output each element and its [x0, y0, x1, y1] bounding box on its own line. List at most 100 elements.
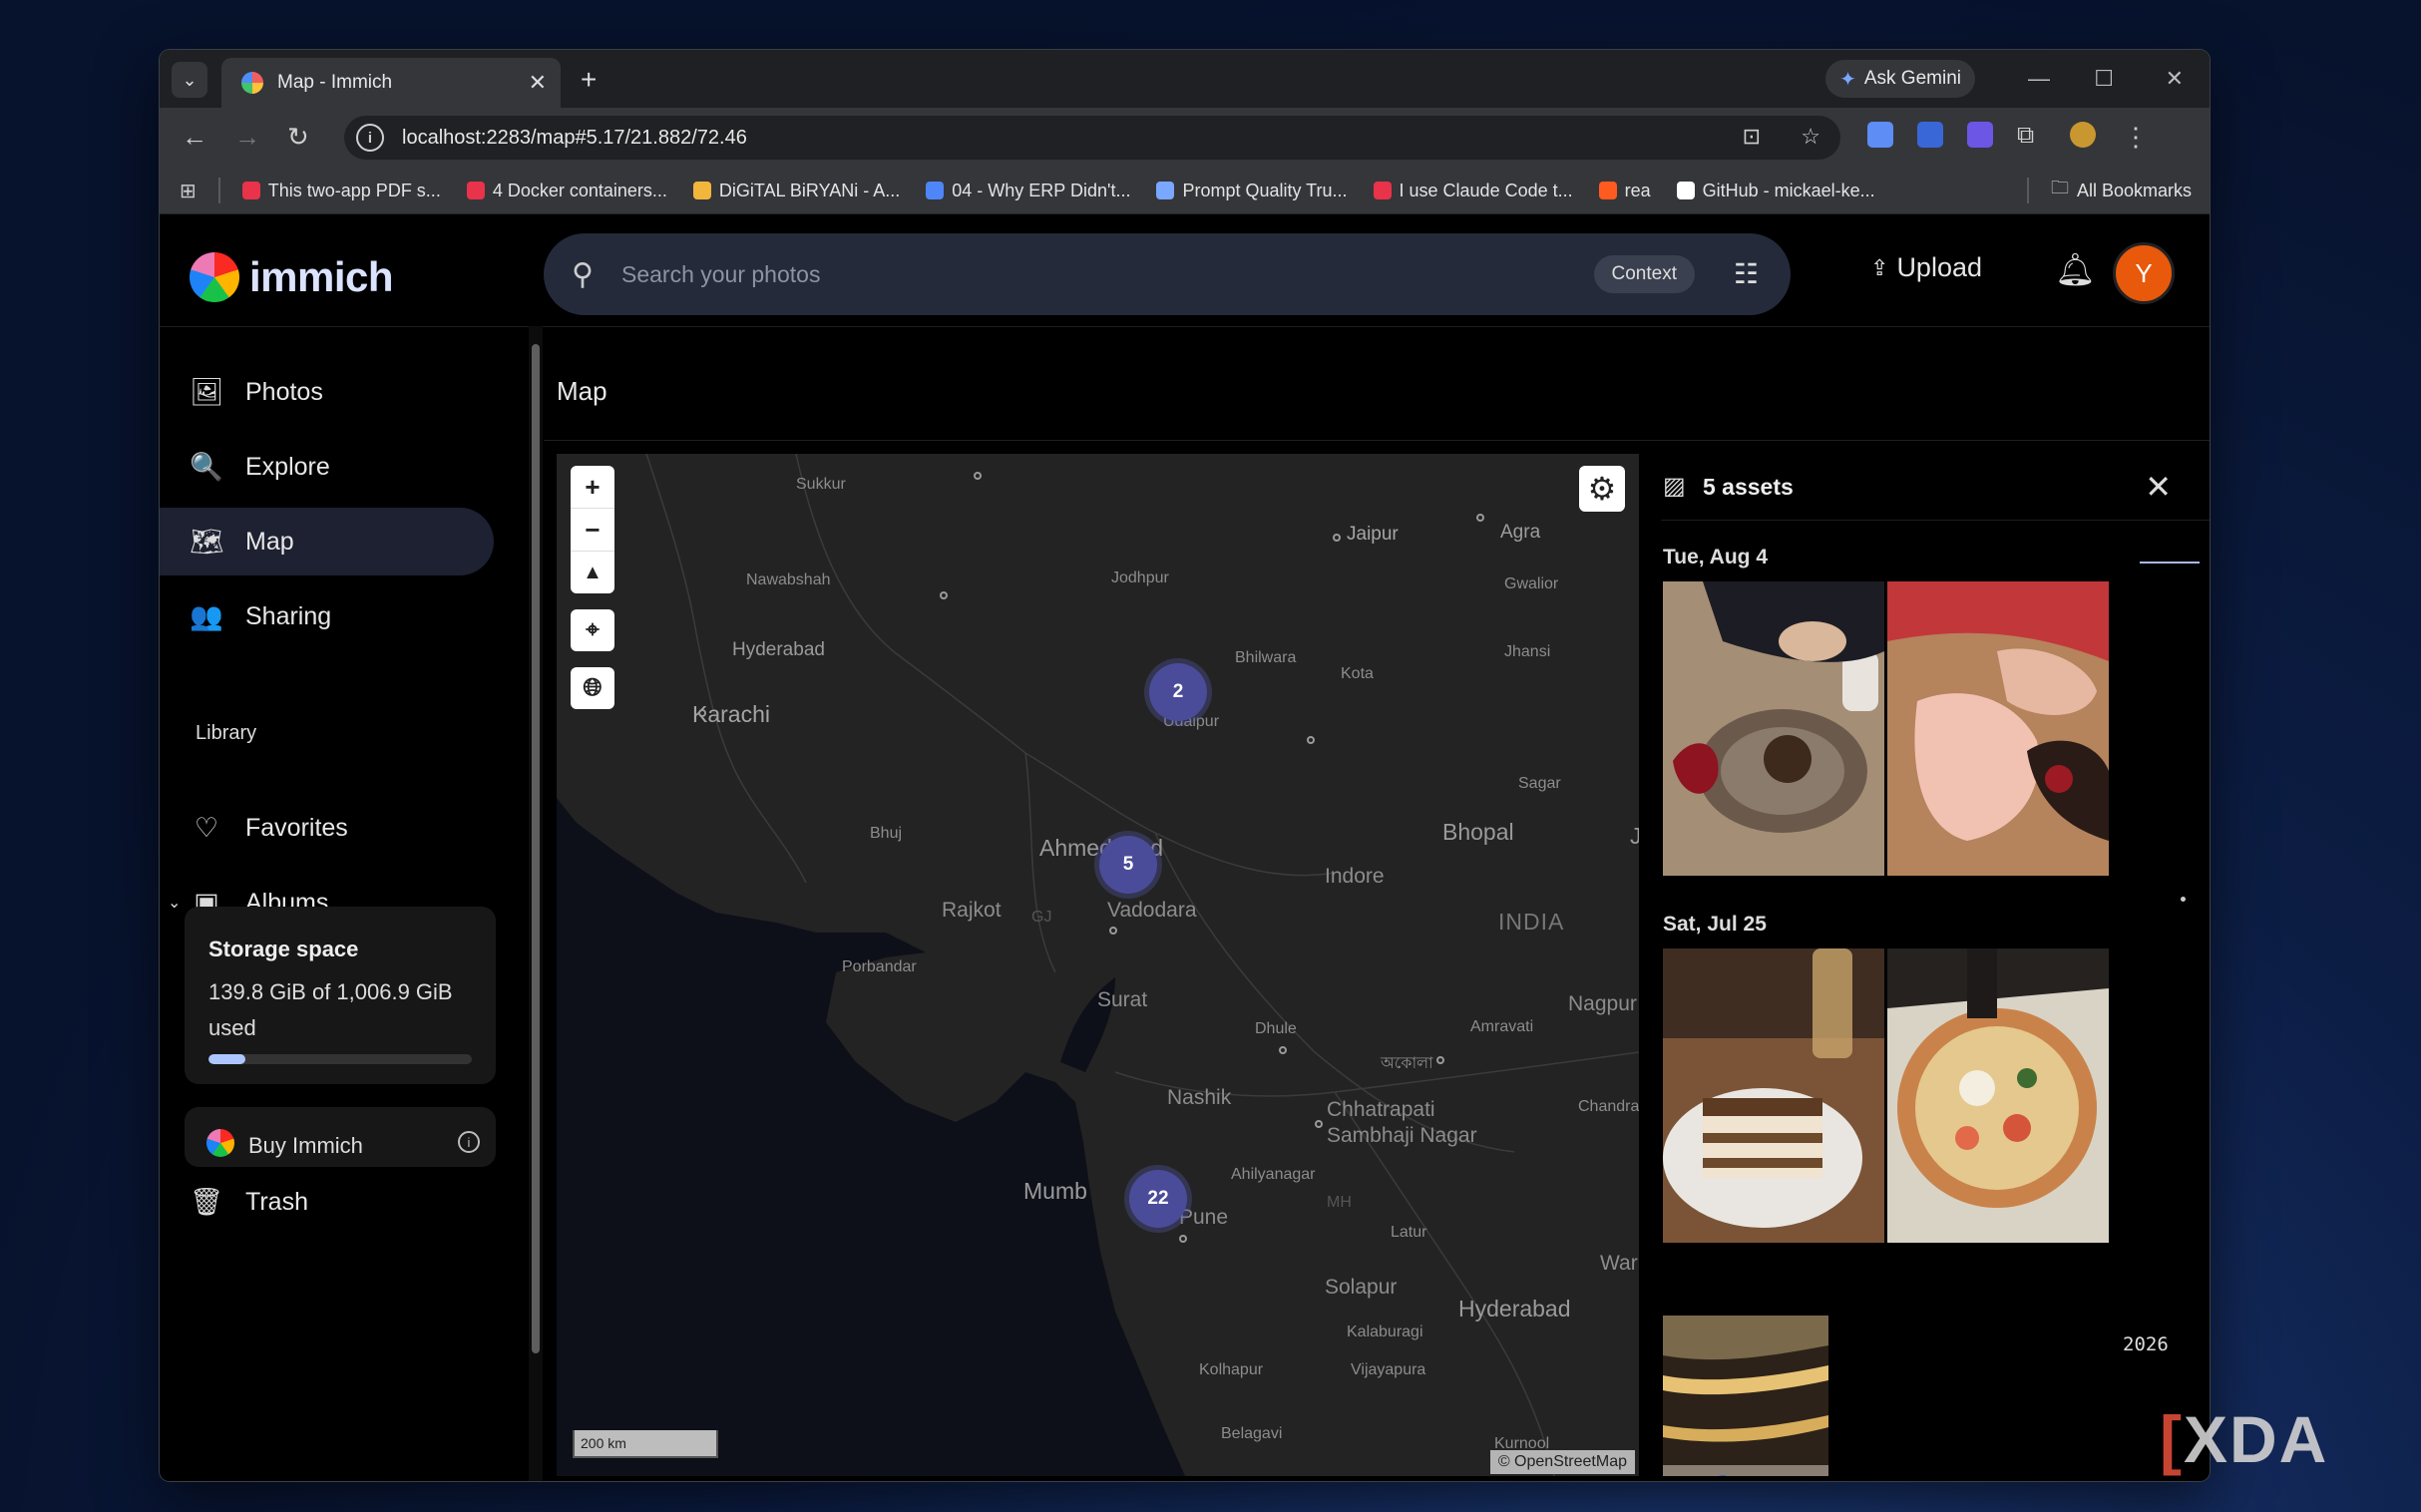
browser-menu-icon[interactable]: ⋮: [2123, 122, 2149, 153]
sidebar-item-sharing[interactable]: 👥 Sharing: [160, 582, 494, 650]
ask-gemini-button[interactable]: ✦ Ask Gemini: [1825, 60, 1975, 98]
bookmark-star-icon[interactable]: ☆: [1801, 124, 1820, 150]
dessert: [1764, 735, 1812, 783]
close-panel-icon[interactable]: ✕: [2145, 468, 2172, 506]
map-label: Pune: [1179, 1206, 1229, 1229]
immich-logo[interactable]: immich: [190, 252, 394, 302]
map-label: Bhilwara: [1235, 649, 1297, 666]
cube-extension-icon[interactable]: [1967, 122, 1993, 148]
context-search-toggle[interactable]: Context: [1593, 255, 1695, 293]
geolocate-button[interactable]: ⌖: [571, 609, 614, 651]
bookmarks-divider: [217, 178, 220, 203]
close-window-icon[interactable]: ✕: [2166, 66, 2184, 92]
storage-card[interactable]: Storage space 139.8 GiB of 1,006.9 GiB u…: [185, 907, 496, 1084]
all-bookmarks-button[interactable]: 🗀 All Bookmarks: [2051, 176, 2192, 205]
expand-albums-icon[interactable]: ⌄: [168, 893, 181, 913]
bookmark-item[interactable]: rea: [1598, 181, 1651, 201]
docs-extension-icon[interactable]: [1867, 122, 1893, 148]
tab-strip: ⌄ Map - Immich ✕ + ✦ Ask Gemini — ☐ ✕: [160, 50, 2210, 108]
map-label: Kota: [1341, 665, 1374, 682]
tab-search-button[interactable]: ⌄: [172, 62, 207, 98]
photo-thumbnail[interactable]: [1887, 948, 2109, 1243]
bookmark-label: I use Claude Code t...: [1399, 180, 1573, 200]
map-label: Sagar: [1518, 775, 1561, 792]
zoom-in-button[interactable]: +: [571, 466, 614, 508]
photo-thumbnail[interactable]: [1663, 1316, 1828, 1476]
reload-icon[interactable]: ↻: [287, 122, 309, 153]
map-label: Surat: [1097, 988, 1148, 1011]
sidebar-item-map[interactable]: 🗺 Map: [160, 508, 494, 575]
tab-title: Map - Immich: [277, 72, 393, 93]
trash-icon: 🗑: [190, 1187, 224, 1217]
install-app-icon[interactable]: ⊡: [1743, 124, 1761, 150]
sidebar-scrollbar[interactable]: [529, 326, 543, 1481]
close-tab-icon[interactable]: ✕: [529, 70, 547, 96]
extensions-puzzle-icon[interactable]: ⧉: [2017, 122, 2034, 150]
library-heading: Library: [196, 722, 257, 744]
bookmark-item[interactable]: 4 Docker containers...: [466, 181, 667, 201]
apps-grid-icon[interactable]: ⊞: [180, 179, 197, 203]
bookmark-item[interactable]: I use Claude Code t...: [1373, 180, 1573, 201]
map-label: Vadodara: [1107, 899, 1197, 922]
new-tab-icon[interactable]: +: [581, 64, 597, 96]
photo-cluster-marker[interactable]: 22: [1129, 1170, 1187, 1228]
photo-thumbnail[interactable]: [1663, 581, 1884, 876]
profile-avatar-icon[interactable]: [2070, 122, 2096, 148]
knife: [1967, 948, 1997, 1018]
bookmark-item[interactable]: DiGiTAL BiRYANi - A...: [692, 180, 901, 201]
shield-extension-icon[interactable]: [1917, 122, 1943, 148]
assets-panel-header: ▨ 5 assets ✕: [1661, 454, 2210, 521]
info-icon[interactable]: i: [458, 1131, 480, 1153]
rose: [2045, 765, 2073, 793]
search-bar[interactable]: ⚲ Search your photos Context ☷: [544, 233, 1791, 315]
maximize-icon[interactable]: ☐: [2094, 66, 2114, 92]
bookmark-item[interactable]: GitHub - mickael-ke...: [1676, 181, 1875, 201]
browser-tab[interactable]: Map - Immich ✕: [221, 58, 561, 108]
notifications-bell-icon[interactable]: 🔔︎: [2055, 250, 2096, 288]
map-attribution[interactable]: © OpenStreetMap: [1489, 1450, 1635, 1474]
search-input[interactable]: Search your photos: [621, 261, 820, 288]
site-info-icon[interactable]: i: [356, 124, 384, 152]
sidebar-item-photos[interactable]: 🖼 Photos: [160, 358, 494, 426]
minimize-icon[interactable]: —: [2028, 66, 2050, 92]
xda-bracket-icon: [: [2160, 1402, 2184, 1476]
user-avatar[interactable]: Y: [2113, 242, 2175, 304]
search-filters-icon[interactable]: ☷: [1734, 257, 1759, 290]
city-dot: [1315, 1120, 1323, 1128]
bookmark-item[interactable]: This two-app PDF s...: [241, 181, 441, 201]
photo-thumbnail[interactable]: [1663, 948, 1884, 1243]
url-text[interactable]: localhost:2283/map#5.17/21.882/72.46: [402, 127, 747, 150]
map-label: Ahilyanagar: [1231, 1166, 1316, 1183]
tiramisu-top: [1703, 1098, 1822, 1116]
bookmark-favicon-icon: [466, 182, 485, 199]
upload-button[interactable]: ⇪ Upload: [1870, 252, 1982, 283]
timeline-dot: [2181, 897, 2186, 902]
zoom-out-button[interactable]: −: [571, 508, 614, 551]
cheese: [1959, 1070, 1995, 1106]
bookmark-label: DiGiTAL BiRYANi - A...: [718, 180, 901, 200]
city-dot: [698, 709, 706, 717]
bookmark-favicon-icon: [926, 182, 945, 199]
sidebar-item-explore[interactable]: 🔍 Explore: [160, 433, 494, 501]
city-dot: [1476, 514, 1484, 522]
bookmark-item[interactable]: 04 - Why ERP Didn't...: [926, 181, 1130, 201]
back-icon[interactable]: ←: [182, 122, 207, 153]
timeline-scrubber-marker[interactable]: [2140, 562, 2200, 564]
buy-immich-card[interactable]: Buy Immich i: [185, 1107, 496, 1167]
photo-cluster-marker[interactable]: 2: [1149, 663, 1207, 721]
map-settings-button[interactable]: ⚙: [1579, 466, 1625, 512]
compass-reset-button[interactable]: ▲: [571, 551, 614, 593]
address-bar[interactable]: i localhost:2283/map#5.17/21.882/72.46 ⊡…: [344, 116, 1840, 160]
sidebar-item-trash[interactable]: 🗑 Trash: [160, 1168, 494, 1236]
bookmark-item[interactable]: Prompt Quality Tru...: [1156, 181, 1348, 201]
map-view[interactable]: + − ▲ ⌖ 🌐︎ ⚙ Sukkur Jaipur Agra Nawabsha…: [557, 454, 1639, 1476]
photo-thumbnail[interactable]: [1887, 581, 2109, 876]
forward-icon[interactable]: →: [234, 122, 260, 153]
scrollbar-thumb[interactable]: [532, 344, 540, 1353]
city-dot: [1179, 1235, 1187, 1243]
photo-cluster-marker[interactable]: 5: [1099, 836, 1157, 894]
map-label: Latur: [1391, 1224, 1427, 1241]
globe-projection-button[interactable]: 🌐︎: [571, 667, 614, 709]
map-icon: 🗺: [190, 527, 224, 557]
sidebar-item-favorites[interactable]: ♡ Favorites: [160, 794, 494, 862]
